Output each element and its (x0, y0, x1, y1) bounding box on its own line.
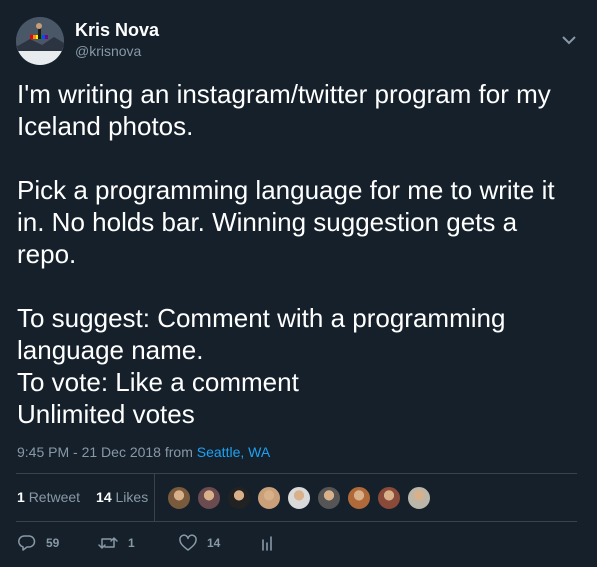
liker-avatar[interactable] (407, 486, 431, 510)
author-name[interactable]: Kris Nova (75, 20, 159, 41)
from-label: from (164, 444, 193, 460)
retweets-count: 1 (17, 489, 25, 505)
avatar[interactable] (16, 17, 64, 65)
chevron-down-icon[interactable] (559, 31, 579, 49)
reply-count: 59 (46, 536, 60, 550)
reply-icon (18, 534, 36, 552)
like-count: 14 (207, 536, 221, 550)
likers-avatars (167, 486, 437, 510)
likes-count: 14 (96, 489, 112, 505)
liker-avatar[interactable] (317, 486, 341, 510)
retweets-label: Retweet (28, 489, 81, 505)
retweet-icon (98, 534, 118, 552)
tweet-paragraph: Pick a programming language for me to wr… (17, 175, 555, 269)
liker-avatar[interactable] (287, 486, 311, 510)
like-button[interactable]: 14 (179, 534, 220, 552)
analytics-button[interactable] (261, 534, 275, 552)
tweet-paragraph: To suggest: Comment with a programming l… (17, 303, 506, 429)
author-handle[interactable]: @krisnova (75, 43, 141, 59)
likes-stat[interactable]: 14 Likes (96, 489, 148, 505)
liker-avatar[interactable] (227, 486, 251, 510)
retweets-stat[interactable]: 1 Retweet (17, 489, 80, 505)
tweet-text: I'm writing an instagram/twitter program… (17, 78, 582, 430)
liker-avatar[interactable] (197, 486, 221, 510)
likes-label: Likes (115, 489, 149, 505)
tweet-paragraph: I'm writing an instagram/twitter program… (17, 79, 551, 141)
liker-avatar[interactable] (167, 486, 191, 510)
tweet-card: Kris Nova @krisnova I'm writing an insta… (0, 0, 597, 567)
divider (16, 473, 577, 474)
tweet-stats: 1 Retweet 14 Likes (17, 489, 148, 505)
stats-separator (154, 474, 155, 521)
retweet-button[interactable]: 1 (98, 534, 135, 552)
tweet-timestamp[interactable]: 9:45 PM - 21 Dec 2018 (17, 444, 161, 460)
divider (16, 521, 577, 522)
liker-avatar[interactable] (257, 486, 281, 510)
tweet-meta: 9:45 PM - 21 Dec 2018 from Seattle, WA (17, 444, 270, 460)
liker-avatar[interactable] (347, 486, 371, 510)
liker-avatar[interactable] (377, 486, 401, 510)
heart-icon (179, 534, 197, 552)
analytics-icon (261, 534, 275, 552)
reply-button[interactable]: 59 (18, 534, 59, 552)
location-link[interactable]: Seattle, WA (197, 444, 270, 460)
retweet-count: 1 (128, 536, 135, 550)
